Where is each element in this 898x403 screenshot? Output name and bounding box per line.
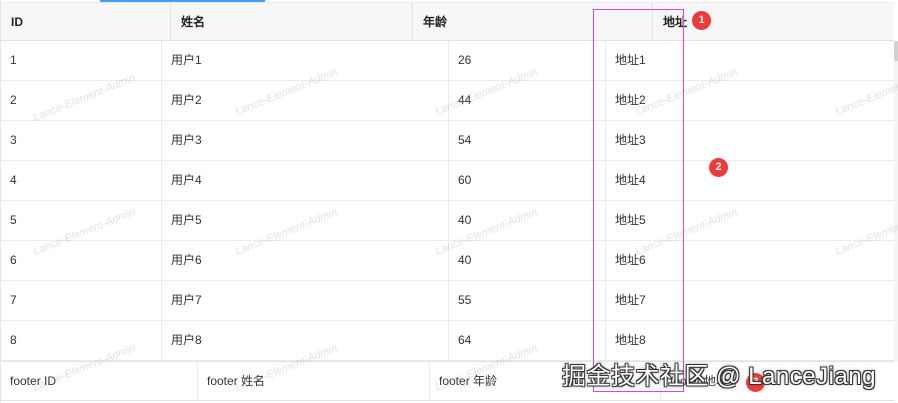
cell-id: 1 [1, 41, 162, 80]
cell-age: 40 [449, 241, 606, 280]
table-header-row: ID 姓名 年龄 地址 [1, 2, 894, 41]
table-row[interactable]: 1 用户1 26 地址1 [1, 41, 894, 81]
cell-id: 4 [1, 161, 162, 200]
cell-age: 64 [449, 321, 606, 360]
header-age[interactable]: 年龄 [413, 3, 653, 41]
header-address[interactable]: 地址 [653, 3, 894, 41]
cell-age: 55 [449, 281, 606, 320]
annotation-marker-1: 1 [692, 11, 711, 30]
annotation-marker-2: 2 [709, 158, 728, 177]
cell-id: 6 [1, 241, 162, 280]
cell-address: 地址3 [615, 133, 646, 147]
cell-name: 用户3 [162, 121, 449, 160]
cell-age: 54 [449, 121, 606, 160]
cell-name: 用户5 [162, 201, 449, 240]
cell-id: 8 [1, 321, 162, 360]
cell-age: 60 [449, 161, 606, 200]
data-table: ID 姓名 年龄 地址 1 用户1 26 地址1 2 用户2 44 地址2 3 … [0, 0, 898, 403]
footer-id: footer ID [1, 362, 198, 400]
table-row[interactable]: 5 用户5 40 地址5 [1, 201, 894, 241]
cell-name: 用户8 [162, 321, 449, 360]
vertical-scrollbar[interactable] [894, 41, 898, 361]
cell-address: 地址2 [615, 93, 646, 107]
cell-address: 地址7 [615, 293, 646, 307]
scrollbar-thumb[interactable] [894, 41, 898, 61]
cell-name: 用户4 [162, 161, 449, 200]
table-row[interactable]: 4 用户4 60 地址4 [1, 161, 894, 201]
cell-name: 用户1 [162, 41, 449, 80]
cell-address: 地址6 [615, 253, 646, 267]
cell-id: 2 [1, 81, 162, 120]
header-id[interactable]: ID [1, 3, 171, 41]
table-row[interactable]: 2 用户2 44 地址2 [1, 81, 894, 121]
cell-address: 地址1 [615, 53, 646, 67]
cell-age: 26 [449, 41, 606, 80]
table-row[interactable]: 6 用户6 40 地址6 [1, 241, 894, 281]
cell-age: 40 [449, 201, 606, 240]
table-row[interactable]: 7 用户7 55 地址7 [1, 281, 894, 321]
cell-name: 用户6 [162, 241, 449, 280]
footer-name: footer 姓名 [198, 362, 430, 400]
cell-name: 用户2 [162, 81, 449, 120]
cell-address: 地址4 [615, 173, 646, 187]
cell-name: 用户7 [162, 281, 449, 320]
table-row[interactable]: 3 用户3 54 地址3 [1, 121, 894, 161]
cell-address: 地址8 [615, 333, 646, 347]
cell-id: 7 [1, 281, 162, 320]
credit-watermark: 掘金技术社区 @ LanceJiang [562, 363, 876, 390]
cell-id: 5 [1, 201, 162, 240]
cell-address: 地址5 [615, 213, 646, 227]
header-name[interactable]: 姓名 [171, 3, 413, 41]
cell-id: 3 [1, 121, 162, 160]
cell-age: 44 [449, 81, 606, 120]
table-row[interactable]: 8 用户8 64 地址8 [1, 321, 894, 361]
